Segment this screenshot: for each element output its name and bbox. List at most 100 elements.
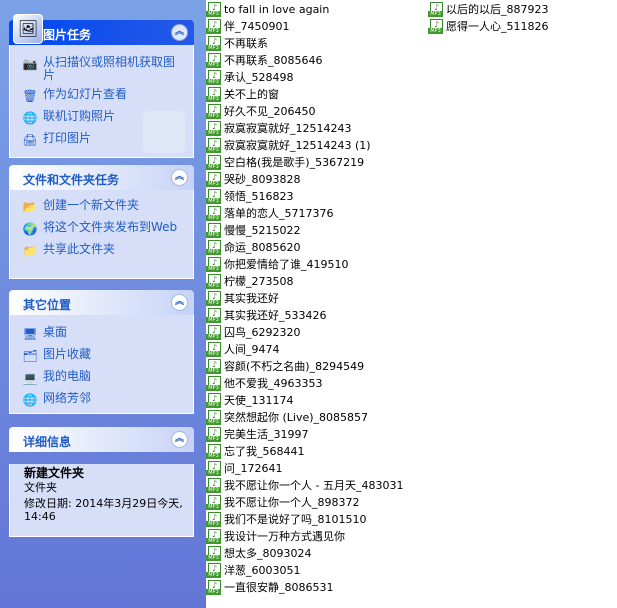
picture-tasks-panel: 🖼 图片任务 ︽ 📷 从扫描仪或照相机获取图片 🗑 作为幻灯片查看 🌐 联机订购照片 … [9,14,194,158]
other-places-panel: 其它位置 ︽ 🖥 桌面 🗂 图片收藏 💻 我的电脑 🌐 网络芳邻 [9,290,194,414]
file-item[interactable]: ♪ MP3 人间_9474 [206,341,280,358]
file-item[interactable]: ♪ MP3 完美生活_31997 [206,426,309,443]
network-places-icon: 🌐 [22,393,38,407]
file-name: 伴_7450901 [224,20,290,33]
new-folder-icon: 📂 [22,200,38,214]
other-places-header[interactable]: 其它位置 ︽ [9,290,194,315]
details-name: 新建文件夹 [24,466,85,480]
file-item[interactable]: ♪ MP3 我不愿让你一个人_898372 [206,494,360,511]
mp3-file-icon: ♪ MP3 [206,444,221,459]
file-folder-tasks-body: 📂 创建一个新文件夹 🌍 将这个文件夹发布到Web 📁 共享此文件夹 [9,190,194,279]
details-title: 详细信息 [23,435,72,449]
file-name: 好久不见_206450 [224,105,316,118]
file-name: 人间_9474 [224,343,280,356]
file-name: 一直很安静_8086531 [224,581,334,594]
collapse-chevron-icon[interactable]: ︽ [171,431,188,448]
file-name: 其实我还好 [224,292,279,305]
mp3-file-icon: ♪ MP3 [206,240,221,255]
file-item[interactable]: ♪ MP3 容颜(不朽之名曲)_8294549 [206,358,364,375]
file-item[interactable]: ♪ MP3 慢慢_5215022 [206,222,301,239]
file-item[interactable]: ♪ MP3 to fall in love again [206,1,329,18]
file-name: 我设计一万种方式遇见你 [224,530,345,543]
file-item[interactable]: ♪ MP3 寂寞寂寞就好_12514243 [206,120,352,137]
file-item[interactable]: ♪ MP3 以后的以后_887923 [428,1,549,18]
details-panel: 详细信息 ︽ 新建文件夹 文件夹 修改日期: 2014年3月29日今天, 14:… [9,427,194,537]
task-new-folder[interactable]: 📂 创建一个新文件夹 [22,196,193,218]
file-item[interactable]: ♪ MP3 想太多_8093024 [206,545,312,562]
camera-icon: 📷 [22,57,38,71]
file-name: 我不愿让你一个人_898372 [224,496,360,509]
picture-tasks-header[interactable]: 🖼 图片任务 ︽ [9,14,194,45]
file-item[interactable]: ♪ MP3 承认_528498 [206,69,294,86]
task-publish-web[interactable]: 🌍 将这个文件夹发布到Web [22,218,193,240]
file-item[interactable]: ♪ MP3 好久不见_206450 [206,103,316,120]
file-item[interactable]: ♪ MP3 你把爱情给了谁_419510 [206,256,349,273]
place-network[interactable]: 🌐 网络芳邻 [22,389,193,411]
mp3-file-icon: ♪ MP3 [206,478,221,493]
mp3-file-icon: ♪ MP3 [206,70,221,85]
file-item[interactable]: ♪ MP3 他不爱我_4963353 [206,375,323,392]
mp3-file-icon: ♪ MP3 [206,546,221,561]
file-item[interactable]: ♪ MP3 领悟_516823 [206,188,294,205]
file-name: 寂寞寂寞就好_12514243 (1) [224,139,371,152]
mp3-file-icon: ♪ MP3 [206,19,221,34]
mp3-file-icon: ♪ MP3 [206,495,221,510]
mp3-file-icon: ♪ MP3 [428,19,443,34]
file-item[interactable]: ♪ MP3 空白格(我是歌手)_5367219 [206,154,364,171]
task-share-folder[interactable]: 📁 共享此文件夹 [22,240,193,262]
other-places-title: 其它位置 [23,298,72,312]
place-my-pictures[interactable]: 🗂 图片收藏 [22,345,193,367]
task-view-slideshow[interactable]: 🗑 作为幻灯片查看 [22,85,193,107]
file-item[interactable]: ♪ MP3 其实我还好_533426 [206,307,327,324]
file-item[interactable]: ♪ MP3 问_172641 [206,460,283,477]
details-body: 新建文件夹 文件夹 修改日期: 2014年3月29日今天, 14:46 [9,464,194,537]
file-name: 愿得一人心_511826 [446,20,549,33]
place-desktop[interactable]: 🖥 桌面 [22,323,193,345]
file-name: 洋葱_6003051 [224,564,301,577]
file-item[interactable]: ♪ MP3 落单的恋人_5717376 [206,205,334,222]
file-name: 想太多_8093024 [224,547,312,560]
publish-web-icon: 🌍 [22,222,38,236]
collapse-chevron-icon[interactable]: ︽ [171,24,188,41]
file-folder-tasks-header[interactable]: 文件和文件夹任务 ︽ [9,165,194,190]
file-item[interactable]: ♪ MP3 我设计一万种方式遇见你 [206,528,345,545]
file-item[interactable]: ♪ MP3 哭砂_8093828 [206,171,301,188]
file-item[interactable]: ♪ MP3 忘了我_568441 [206,443,305,460]
place-my-computer[interactable]: 💻 我的电脑 [22,367,193,389]
file-item[interactable]: ♪ MP3 伴_7450901 [206,18,290,35]
file-item[interactable]: ♪ MP3 一直很安静_8086531 [206,579,334,596]
mp3-file-icon: ♪ MP3 [206,342,221,357]
picture-watermark-icon [143,111,185,153]
share-folder-icon: 📁 [22,244,38,258]
file-item[interactable]: ♪ MP3 囚鸟_6292320 [206,324,301,341]
mp3-file-icon: ♪ MP3 [206,138,221,153]
file-name: to fall in love again [224,3,330,16]
details-modified: 修改日期: 2014年3月29日今天, 14:46 [24,497,183,523]
file-name: 突然想起你 (Live)_8085857 [224,411,369,424]
file-item[interactable]: ♪ MP3 寂寞寂寞就好_12514243 (1) [206,137,371,154]
mp3-file-icon: ♪ MP3 [206,308,221,323]
file-item[interactable]: ♪ MP3 不再联系_8085646 [206,52,323,69]
file-item[interactable]: ♪ MP3 关不上的窗 [206,86,279,103]
file-item[interactable]: ♪ MP3 我们不是说好了吗_8101510 [206,511,367,528]
file-item[interactable]: ♪ MP3 其实我还好 [206,290,279,307]
file-item[interactable]: ♪ MP3 天使_131174 [206,392,294,409]
file-name: 落单的恋人_5717376 [224,207,334,220]
file-item[interactable]: ♪ MP3 命运_8085620 [206,239,301,256]
collapse-chevron-icon[interactable]: ︽ [171,294,188,311]
file-item[interactable]: ♪ MP3 愿得一人心_511826 [428,18,549,35]
file-item[interactable]: ♪ MP3 突然想起你 (Live)_8085857 [206,409,368,426]
file-list: ♪ MP3 to fall in love again ♪ MP3 伴_7450901 ♪ M… [206,0,617,608]
file-name: 完美生活_31997 [224,428,309,441]
file-item[interactable]: ♪ MP3 洋葱_6003051 [206,562,301,579]
order-prints-icon: 🌐 [22,111,38,125]
file-item[interactable]: ♪ MP3 不再联系 [206,35,268,52]
collapse-chevron-icon[interactable]: ︽ [171,169,188,186]
file-item[interactable]: ♪ MP3 柠檬_273508 [206,273,294,290]
file-item[interactable]: ♪ MP3 我不愿让你一个人 - 五月天_483031 [206,477,403,494]
file-name: 你把爱情给了谁_419510 [224,258,349,271]
mp3-file-icon: ♪ MP3 [206,563,221,578]
task-get-from-scanner[interactable]: 📷 从扫描仪或照相机获取图片 [22,53,193,85]
mp3-file-icon: ♪ MP3 [206,325,221,340]
details-header[interactable]: 详细信息 ︽ [9,427,194,452]
